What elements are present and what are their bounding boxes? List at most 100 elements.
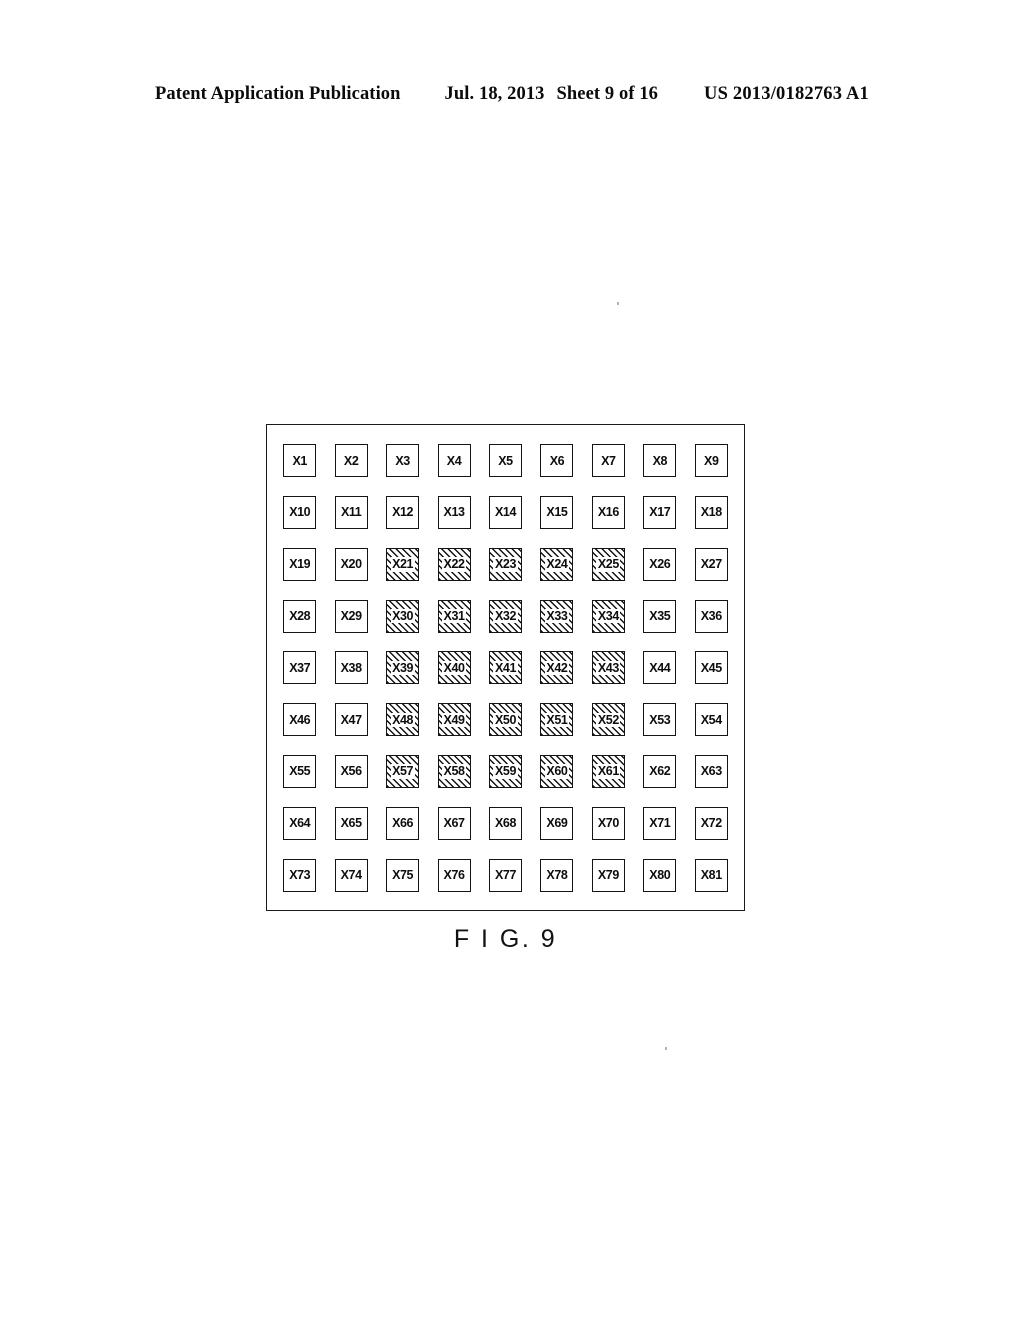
grid-cell-x42[interactable]: X42 [540,651,574,685]
grid-cell-x11[interactable]: X11 [334,496,368,530]
grid-cell-x45[interactable]: X45 [694,651,728,685]
grid-cell-x74[interactable]: X74 [334,858,368,892]
grid-cell-x27[interactable]: X27 [694,547,728,581]
grid-cell-label: X21 [391,557,414,572]
grid-cell-x76[interactable]: X76 [437,858,471,892]
grid-slot: X50 [480,694,531,746]
grid-cell-x72[interactable]: X72 [694,806,728,840]
grid-cell-x48[interactable]: X48 [386,703,420,737]
grid-cell-x24[interactable]: X24 [540,547,574,581]
grid-cell-x59[interactable]: X59 [488,755,522,789]
grid-cell-x51[interactable]: X51 [540,703,574,737]
grid-cell-label: X71 [649,816,671,831]
grid-cell-x3[interactable]: X3 [386,444,420,478]
grid-cell-x34[interactable]: X34 [591,599,625,633]
grid-cell-x29[interactable]: X29 [334,599,368,633]
grid-slot: X80 [634,849,685,901]
grid-cell-x54[interactable]: X54 [694,703,728,737]
grid-cell-label: X13 [443,505,465,520]
grid-cell-x38[interactable]: X38 [334,651,368,685]
grid-cell-x79[interactable]: X79 [591,858,625,892]
grid-cell-label: X15 [546,505,568,520]
grid-cell-x16[interactable]: X16 [591,496,625,530]
grid-cell-x66[interactable]: X66 [386,806,420,840]
grid-cell-x23[interactable]: X23 [488,547,522,581]
grid-cell-x56[interactable]: X56 [334,755,368,789]
grid-cell-x1[interactable]: X1 [283,444,317,478]
grid-cell-x30[interactable]: X30 [386,599,420,633]
grid-cell-x5[interactable]: X5 [488,444,522,478]
grid-cell-x62[interactable]: X62 [643,755,677,789]
grid-cell-x53[interactable]: X53 [643,703,677,737]
grid-slot: X26 [634,539,685,591]
grid-cell-x52[interactable]: X52 [591,703,625,737]
grid-cell-x21[interactable]: X21 [386,547,420,581]
grid-cell-label: X81 [700,867,722,882]
grid-cell-x50[interactable]: X50 [488,703,522,737]
grid-cell-x28[interactable]: X28 [283,599,317,633]
grid-cell-x12[interactable]: X12 [386,496,420,530]
grid-slot: X22 [428,539,479,591]
grid-cell-x49[interactable]: X49 [437,703,471,737]
grid-cell-x57[interactable]: X57 [386,755,420,789]
grid-cell-x32[interactable]: X32 [488,599,522,633]
grid-cell-x41[interactable]: X41 [488,651,522,685]
grid-cell-x19[interactable]: X19 [283,547,317,581]
grid-cell-x81[interactable]: X81 [694,858,728,892]
grid-slot: X40 [428,642,479,694]
grid-cell-x64[interactable]: X64 [283,806,317,840]
grid-cell-label: X17 [649,505,671,520]
grid-cell-x2[interactable]: X2 [334,444,368,478]
grid-cell-x4[interactable]: X4 [437,444,471,478]
grid-cell-x80[interactable]: X80 [643,858,677,892]
grid-cell-x43[interactable]: X43 [591,651,625,685]
grid-slot: X5 [480,435,531,487]
grid-cell-x14[interactable]: X14 [488,496,522,530]
grid-cell-x25[interactable]: X25 [591,547,625,581]
grid-slot: X15 [531,487,582,539]
grid-cell-label: X73 [289,867,311,882]
grid-cell-x47[interactable]: X47 [334,703,368,737]
grid-cell-x70[interactable]: X70 [591,806,625,840]
grid-cell-x18[interactable]: X18 [694,496,728,530]
grid-cell-x10[interactable]: X10 [283,496,317,530]
grid-cell-x77[interactable]: X77 [488,858,522,892]
grid-cell-x75[interactable]: X75 [386,858,420,892]
grid-cell-x65[interactable]: X65 [334,806,368,840]
grid-cell-x7[interactable]: X7 [591,444,625,478]
grid-cell-x22[interactable]: X22 [437,547,471,581]
grid-cell-x26[interactable]: X26 [643,547,677,581]
grid-cell-x36[interactable]: X36 [694,599,728,633]
grid-cell-x9[interactable]: X9 [694,444,728,478]
grid-cell-x17[interactable]: X17 [643,496,677,530]
grid-cell-x67[interactable]: X67 [437,806,471,840]
grid-cell-label: X8 [652,453,668,468]
grid-cell-x35[interactable]: X35 [643,599,677,633]
grid-cell-x33[interactable]: X33 [540,599,574,633]
grid-cell-x58[interactable]: X58 [437,755,471,789]
grid-cell-x60[interactable]: X60 [540,755,574,789]
grid-cell-x13[interactable]: X13 [437,496,471,530]
grid-cell-x46[interactable]: X46 [283,703,317,737]
grid-cell-x78[interactable]: X78 [540,858,574,892]
grid-cell-x68[interactable]: X68 [488,806,522,840]
grid-cell-x37[interactable]: X37 [283,651,317,685]
grid-cell-x55[interactable]: X55 [283,755,317,789]
grid-cell-x71[interactable]: X71 [643,806,677,840]
grid-cell-label: X45 [700,660,722,675]
grid-cell-x15[interactable]: X15 [540,496,574,530]
grid-slot: X35 [634,590,685,642]
grid-cell-x61[interactable]: X61 [591,755,625,789]
grid-cell-x63[interactable]: X63 [694,755,728,789]
grid-cell-x8[interactable]: X8 [643,444,677,478]
grid-cell-x6[interactable]: X6 [540,444,574,478]
grid-cell-label: X42 [545,660,568,675]
grid-cell-x39[interactable]: X39 [386,651,420,685]
grid-cell-x31[interactable]: X31 [437,599,471,633]
grid-slot: X27 [686,539,737,591]
grid-cell-x69[interactable]: X69 [540,806,574,840]
grid-cell-x40[interactable]: X40 [437,651,471,685]
grid-cell-x20[interactable]: X20 [334,547,368,581]
grid-cell-x44[interactable]: X44 [643,651,677,685]
grid-cell-x73[interactable]: X73 [283,858,317,892]
